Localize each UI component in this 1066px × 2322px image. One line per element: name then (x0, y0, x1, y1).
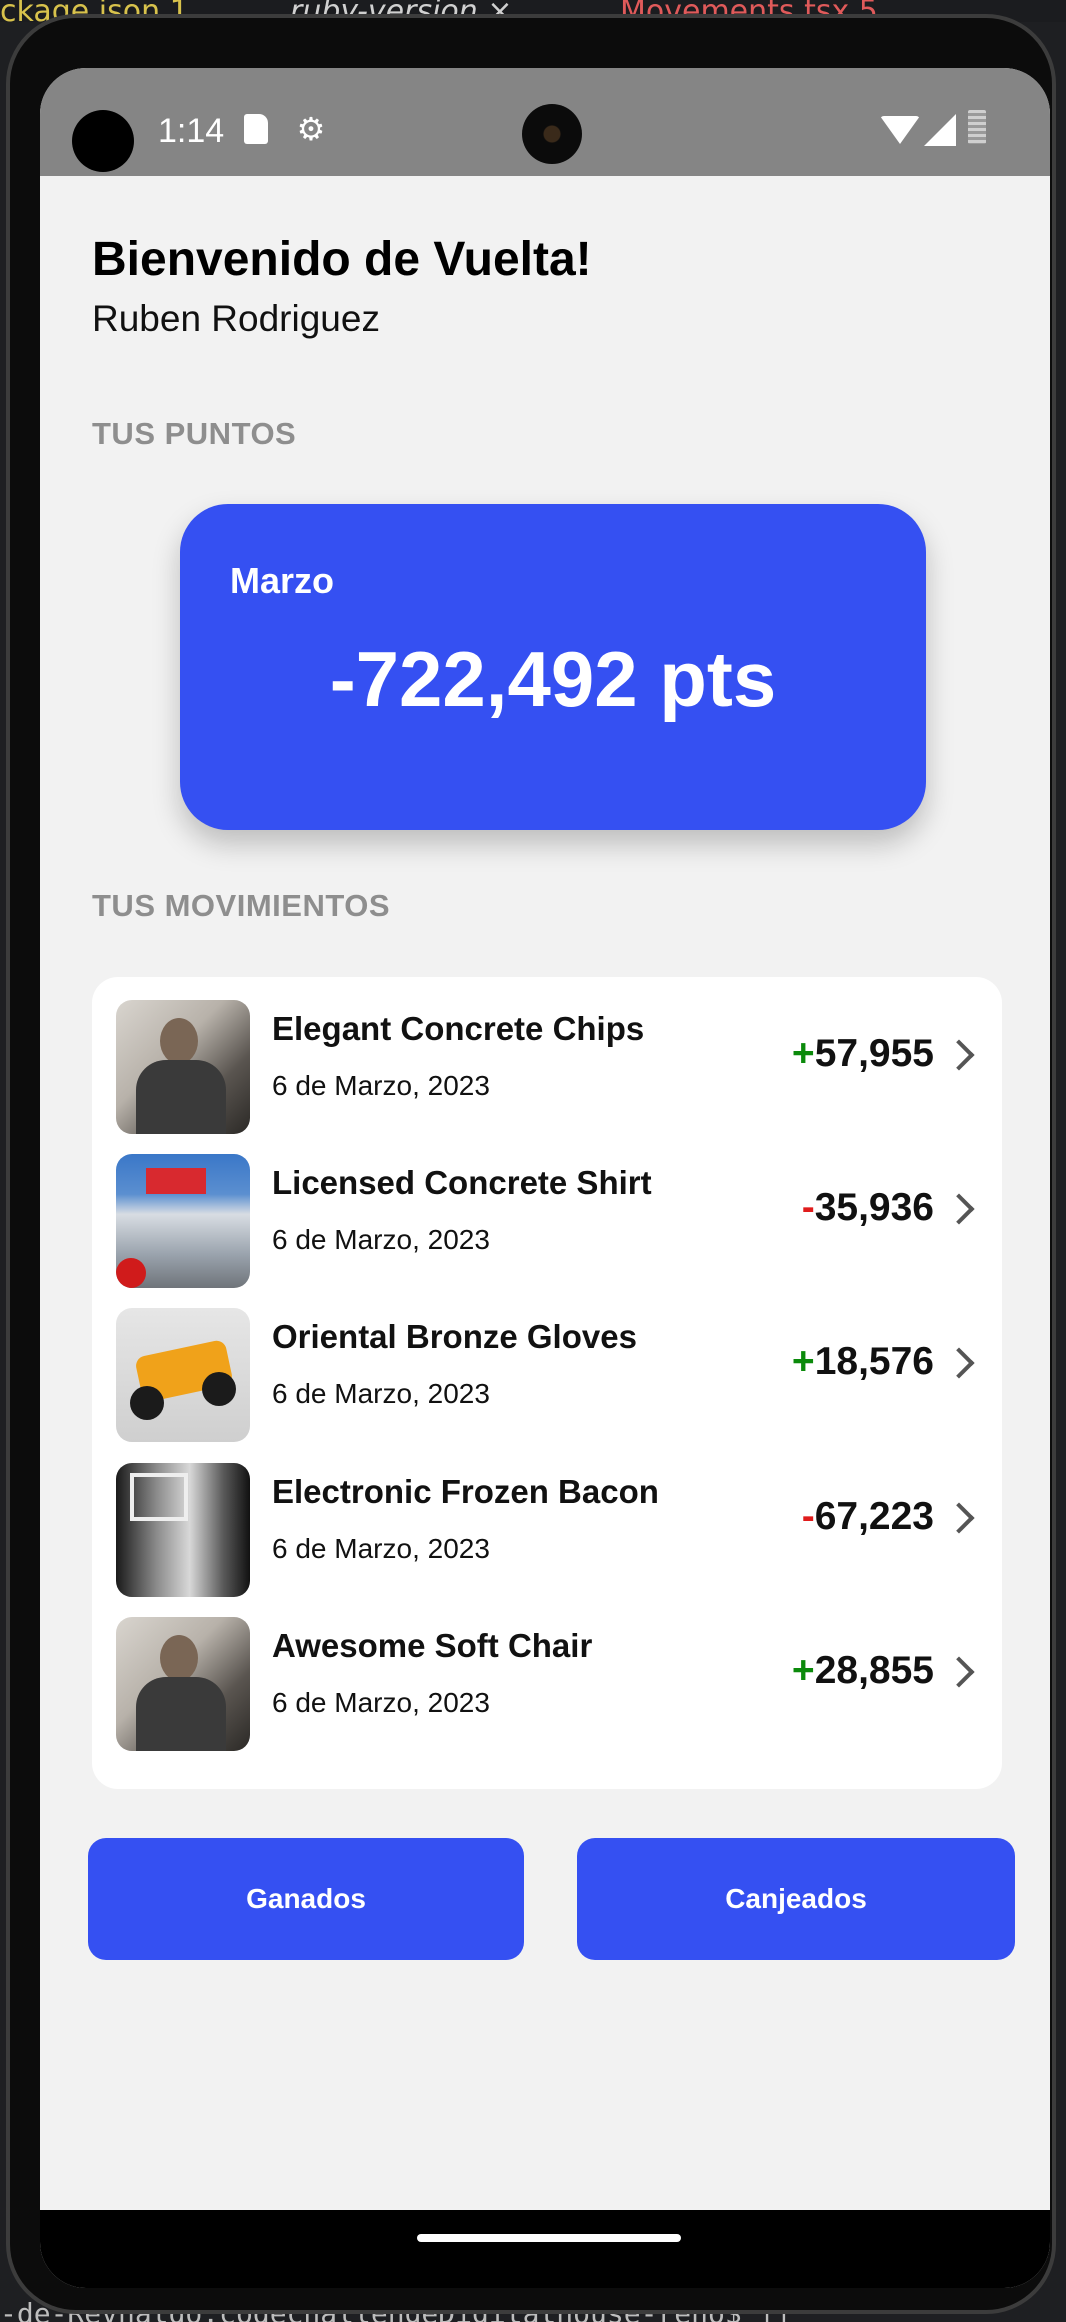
status-time: 1:14 (158, 112, 225, 150)
movement-row[interactable]: Oriental Bronze Gloves 6 de Marzo, 2023 … (116, 1308, 978, 1444)
movement-date: 6 de Marzo, 2023 (272, 1378, 490, 1409)
points-total: -722,492 pts (329, 635, 777, 723)
movements-list: Elegant Concrete Chips 6 de Marzo, 2023 … (92, 977, 1002, 1789)
movement-thumbnail (116, 1308, 250, 1442)
movement-value: 57,955 (814, 1032, 934, 1075)
wifi-icon (880, 116, 920, 144)
movement-title: Elegant Concrete Chips (272, 1010, 645, 1047)
movement-title: Oriental Bronze Gloves (272, 1318, 637, 1355)
status-bar: 1:14 ⚙ (40, 68, 1050, 176)
movement-amount: -67,223 (802, 1495, 934, 1539)
home-indicator[interactable] (417, 2234, 681, 2242)
movement-value: 18,576 (814, 1340, 934, 1383)
movement-thumbnail (116, 1617, 250, 1751)
movement-row[interactable]: Elegant Concrete Chips 6 de Marzo, 2023 … (116, 1000, 978, 1136)
movements-section-label: TUS MOVIMIENTOS (92, 888, 391, 923)
movement-title: Electronic Frozen Bacon (272, 1473, 659, 1510)
movement-row[interactable]: Electronic Frozen Bacon 6 de Marzo, 2023… (116, 1463, 978, 1599)
points-section-label: TUS PUNTOS (92, 416, 297, 451)
movement-title: Awesome Soft Chair (272, 1627, 593, 1664)
chevron-right-icon[interactable] (943, 1193, 975, 1225)
movement-amount: +18,576 (792, 1340, 934, 1384)
movement-date: 6 de Marzo, 2023 (272, 1224, 490, 1255)
movement-sign: - (801, 1186, 815, 1229)
movement-date: 6 de Marzo, 2023 (272, 1687, 490, 1718)
points-card: Marzo -722,492 pts (180, 504, 926, 830)
chevron-right-icon[interactable] (943, 1502, 975, 1534)
movement-amount: -35,936 (802, 1186, 934, 1230)
redeemed-button[interactable]: Canjeados (577, 1838, 1015, 1960)
movement-sign: - (801, 1495, 815, 1538)
movement-title: Licensed Concrete Shirt (272, 1164, 652, 1201)
navigation-bar (40, 2210, 1050, 2288)
movement-sign: + (791, 1032, 815, 1075)
movement-thumbnail (116, 1463, 250, 1597)
movement-thumbnail (116, 1154, 250, 1288)
user-name: Ruben Rodriguez (92, 298, 380, 339)
movement-sign: + (791, 1340, 815, 1383)
movement-row[interactable]: Licensed Concrete Shirt 6 de Marzo, 2023… (116, 1154, 978, 1290)
battery-icon (968, 110, 986, 144)
points-month: Marzo (230, 560, 335, 601)
movement-sign: + (791, 1649, 815, 1692)
phone-screen: 1:14 ⚙ Bienvenido de Vuelta! Ruben Rodri… (40, 68, 1050, 2288)
movement-row[interactable]: Awesome Soft Chair 6 de Marzo, 2023 +28,… (116, 1617, 978, 1753)
sd-card-icon (244, 114, 268, 144)
movement-thumbnail (116, 1000, 250, 1134)
movement-date: 6 de Marzo, 2023 (272, 1533, 490, 1564)
chevron-right-icon[interactable] (943, 1656, 975, 1688)
earned-button[interactable]: Ganados (88, 1838, 524, 1960)
welcome-heading: Bienvenido de Vuelta! (92, 233, 592, 286)
settings-gear-icon: ⚙ (296, 111, 326, 147)
phone-device-frame: 1:14 ⚙ Bienvenido de Vuelta! Ruben Rodri… (6, 14, 1056, 2314)
chevron-right-icon[interactable] (943, 1039, 975, 1071)
front-camera-icon (522, 104, 582, 164)
movement-amount: +57,955 (792, 1032, 934, 1076)
chevron-right-icon[interactable] (943, 1347, 975, 1379)
signal-icon (924, 114, 956, 146)
movement-amount: +28,855 (792, 1649, 934, 1693)
camera-cutout-icon (72, 110, 134, 172)
movement-value: 28,855 (814, 1649, 934, 1692)
movement-value: 67,223 (814, 1495, 934, 1538)
movement-value: 35,936 (814, 1186, 934, 1229)
movement-date: 6 de Marzo, 2023 (272, 1070, 490, 1101)
